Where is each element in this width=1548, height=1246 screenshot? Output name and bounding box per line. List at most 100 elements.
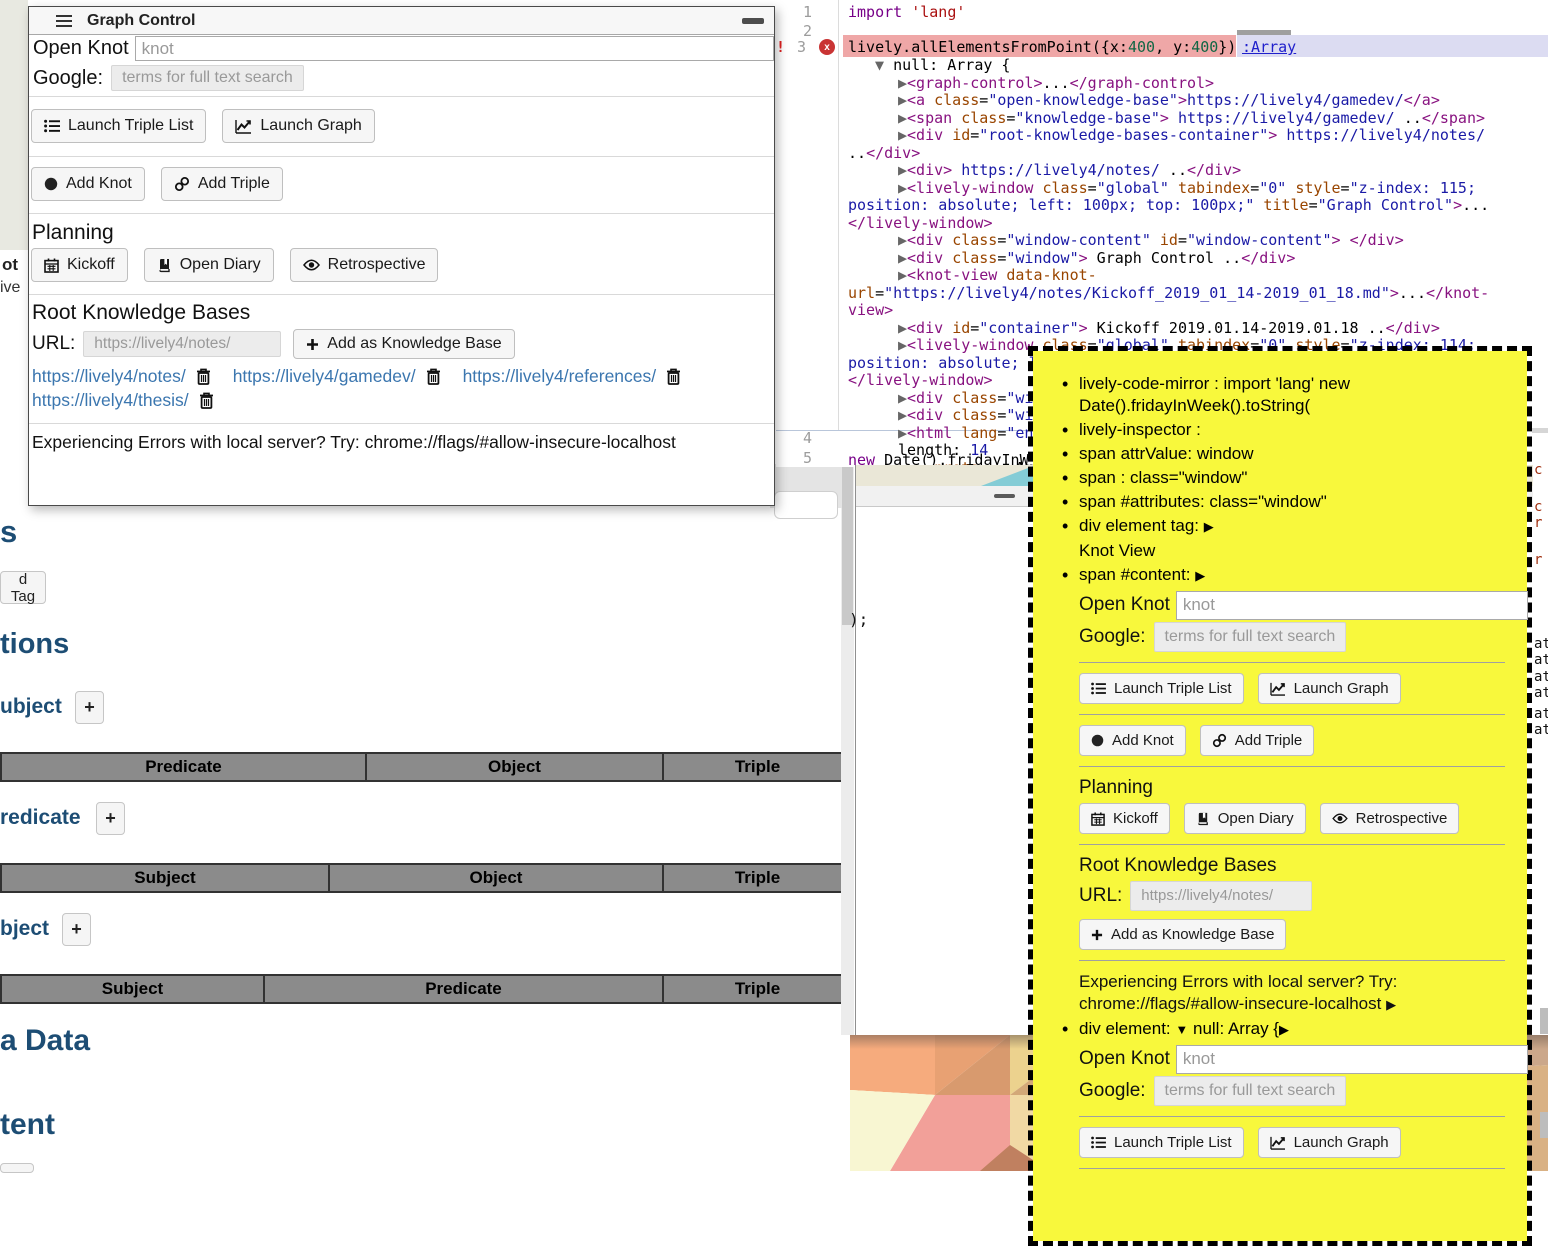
code-line-3[interactable]: lively.allElementsFromPoint({x:400, y:40… (848, 38, 1236, 56)
knowledge-base-link[interactable]: https://lively4/references/ (463, 366, 657, 387)
list-icon (1091, 1136, 1106, 1149)
heading-fragment-s: s (0, 514, 17, 550)
open-diary-button[interactable]: Open Diary (144, 248, 274, 282)
table-header-cell: Predicate (0, 752, 367, 782)
code-line-1[interactable]: import 'lang' (848, 3, 965, 21)
clipped-text-fragment: c (1534, 499, 1542, 515)
scrollbar-nub[interactable] (1540, 1112, 1548, 1138)
table-header-cell: Predicate (263, 974, 664, 1004)
google-search-input[interactable]: terms for full text search (1154, 1076, 1347, 1106)
calendar-icon (44, 258, 59, 273)
button-sliver[interactable] (0, 1163, 34, 1173)
collapse-arrow-icon[interactable]: ▼ (1175, 1022, 1188, 1037)
add-knowledge-base-button[interactable]: Add as Knowledge Base (293, 329, 514, 359)
launch-triple-list-button[interactable]: Launch Triple List (31, 109, 206, 143)
knowledge-base-link[interactable]: https://lively4/gamedev/ (233, 366, 416, 387)
inspector-node[interactable]: ▶<knot-view data-knot-url="https://livel… (848, 267, 1508, 320)
plus-icon (1091, 929, 1103, 941)
list-icon (44, 119, 60, 133)
inspector-node[interactable]: ▶<lively-window class="global" tabindex=… (848, 180, 1508, 233)
line-number: 4 (772, 429, 812, 447)
trash-icon[interactable] (666, 368, 681, 385)
launch-triple-list-button[interactable]: Launch Triple List (1079, 673, 1244, 704)
popup-item-attr-value[interactable]: span attrValue: window (1079, 443, 1517, 465)
book-icon (157, 258, 172, 273)
inspector-node[interactable]: ▶<div id="root-knowledge-bases-container… (848, 127, 1508, 162)
background-link-fragment: ive (0, 279, 20, 297)
google-search-input[interactable]: terms for full text search (1154, 622, 1347, 652)
open-diary-button[interactable]: Open Diary (1184, 803, 1306, 834)
inspector-node[interactable]: ▶<span class="knowledge-base"> https://l… (848, 110, 1508, 128)
window-titlebar[interactable]: Graph Control (29, 7, 774, 35)
url-input[interactable]: https://lively4/notes/ (1130, 881, 1312, 911)
book-icon (1196, 812, 1210, 826)
clipped-text-fragment: r (1534, 552, 1542, 568)
launch-graph-button[interactable]: Launch Graph (222, 109, 374, 143)
add-knot-button[interactable]: Add Knot (1079, 725, 1186, 756)
add-knot-button[interactable]: Add Knot (31, 167, 145, 201)
launch-graph-button[interactable]: Launch Graph (1258, 673, 1401, 704)
circle-icon (44, 177, 58, 191)
embedded-graph-control: Open Knot Google: terms for full text se… (1079, 589, 1517, 1016)
launch-triple-list-button[interactable]: Launch Triple List (1079, 1127, 1244, 1158)
popup-item-div-element[interactable]: div element: ▼ null: Array {▶ (1079, 1018, 1517, 1041)
background-gray-strip (0, 0, 28, 250)
kickoff-button[interactable]: Kickoff (1079, 803, 1170, 834)
google-search-input[interactable]: terms for full text search (111, 65, 304, 91)
launch-graph-button[interactable]: Launch Graph (1258, 1127, 1401, 1158)
expand-arrow-icon[interactable]: ▶ (1204, 519, 1214, 534)
open-knot-label: Open Knot (1079, 1048, 1170, 1070)
inspector-node[interactable]: ▶<div id="container"> Kickoff 2019.01.14… (848, 320, 1508, 338)
add-triple-button[interactable]: Add Triple (1200, 725, 1315, 756)
expand-arrow-icon[interactable]: ▶ (1386, 997, 1396, 1012)
editor-bottom-edge (1532, 428, 1548, 433)
inspector-node[interactable]: ▶<graph-control>...</graph-control> (848, 75, 1508, 93)
inspector-node[interactable]: ▶<div class="window"> Graph Control ..</… (848, 250, 1508, 268)
minimize-icon[interactable] (742, 18, 764, 24)
trash-icon[interactable] (199, 392, 214, 409)
expand-arrow-icon[interactable]: ▶ (1279, 1022, 1289, 1037)
knowledge-base-link[interactable]: https://lively4/thesis/ (32, 390, 189, 411)
popup-item-inspector[interactable]: lively-inspector : (1079, 419, 1517, 441)
open-knot-input[interactable] (135, 36, 774, 61)
trash-icon[interactable] (196, 368, 211, 385)
knowledge-base-link[interactable]: https://lively4/notes/ (32, 366, 186, 387)
inspector-node[interactable]: ▶<div class="window-content" id="window-… (848, 232, 1508, 250)
eye-icon (1332, 813, 1348, 824)
popup-item-code-mirror[interactable]: lively-code-mirror : import 'lang' new D… (1079, 373, 1517, 417)
hamburger-menu-icon[interactable] (55, 14, 73, 28)
popup-item-div-tag[interactable]: div element tag: ▶ (1079, 515, 1517, 538)
url-input[interactable]: https://lively4/notes/ (83, 331, 281, 357)
add-tag-button[interactable]: d Tag (0, 571, 46, 604)
open-knot-label: Open Knot (33, 37, 129, 60)
clipped-text-fragment: c (1534, 462, 1542, 478)
table-header-cell: Subject (0, 863, 330, 893)
add-knowledge-base-button[interactable]: Add as Knowledge Base (1079, 919, 1286, 950)
link-icon (1212, 733, 1227, 748)
planning-heading: Planning (29, 221, 774, 245)
inspector-node[interactable]: ▶<div> https://lively4/notes/ ..</div> (848, 162, 1508, 180)
trash-icon[interactable] (426, 368, 441, 385)
code-closing-fragment: ); (849, 610, 868, 629)
url-label: URL: (32, 333, 75, 355)
popup-item-span-class[interactable]: span : class="window" (1079, 467, 1517, 489)
add-subject-button[interactable]: + (75, 691, 104, 724)
retrospective-button[interactable]: Retrospective (1320, 803, 1460, 834)
expand-arrow-icon[interactable]: ▶ (1195, 568, 1205, 583)
popup-item-span-content[interactable]: span #content: ▶ (1079, 564, 1517, 587)
eye-icon (303, 259, 320, 271)
inspector-node[interactable]: ▶<a class="open-knowledge-base">https://… (848, 92, 1508, 110)
add-triple-button[interactable]: Add Triple (161, 167, 283, 201)
triples-table-subject-object: Subject Object Triple (0, 863, 853, 893)
kickoff-button[interactable]: Kickoff (31, 248, 128, 282)
add-predicate-button[interactable]: + (96, 802, 125, 835)
type-annotation[interactable]: :Array (1242, 38, 1296, 56)
retrospective-button[interactable]: Retrospective (290, 248, 439, 282)
popup-item-span-attributes[interactable]: span #attributes: class="window" (1079, 491, 1517, 513)
inspector-root[interactable]: ▼ null: Array { (848, 57, 1508, 75)
minimize-icon[interactable] (994, 494, 1015, 498)
open-knot-input[interactable] (1176, 591, 1528, 620)
add-object-button[interactable]: + (62, 913, 91, 946)
open-knot-input[interactable] (1176, 1045, 1528, 1074)
scrollbar-nub[interactable] (1540, 1008, 1548, 1034)
